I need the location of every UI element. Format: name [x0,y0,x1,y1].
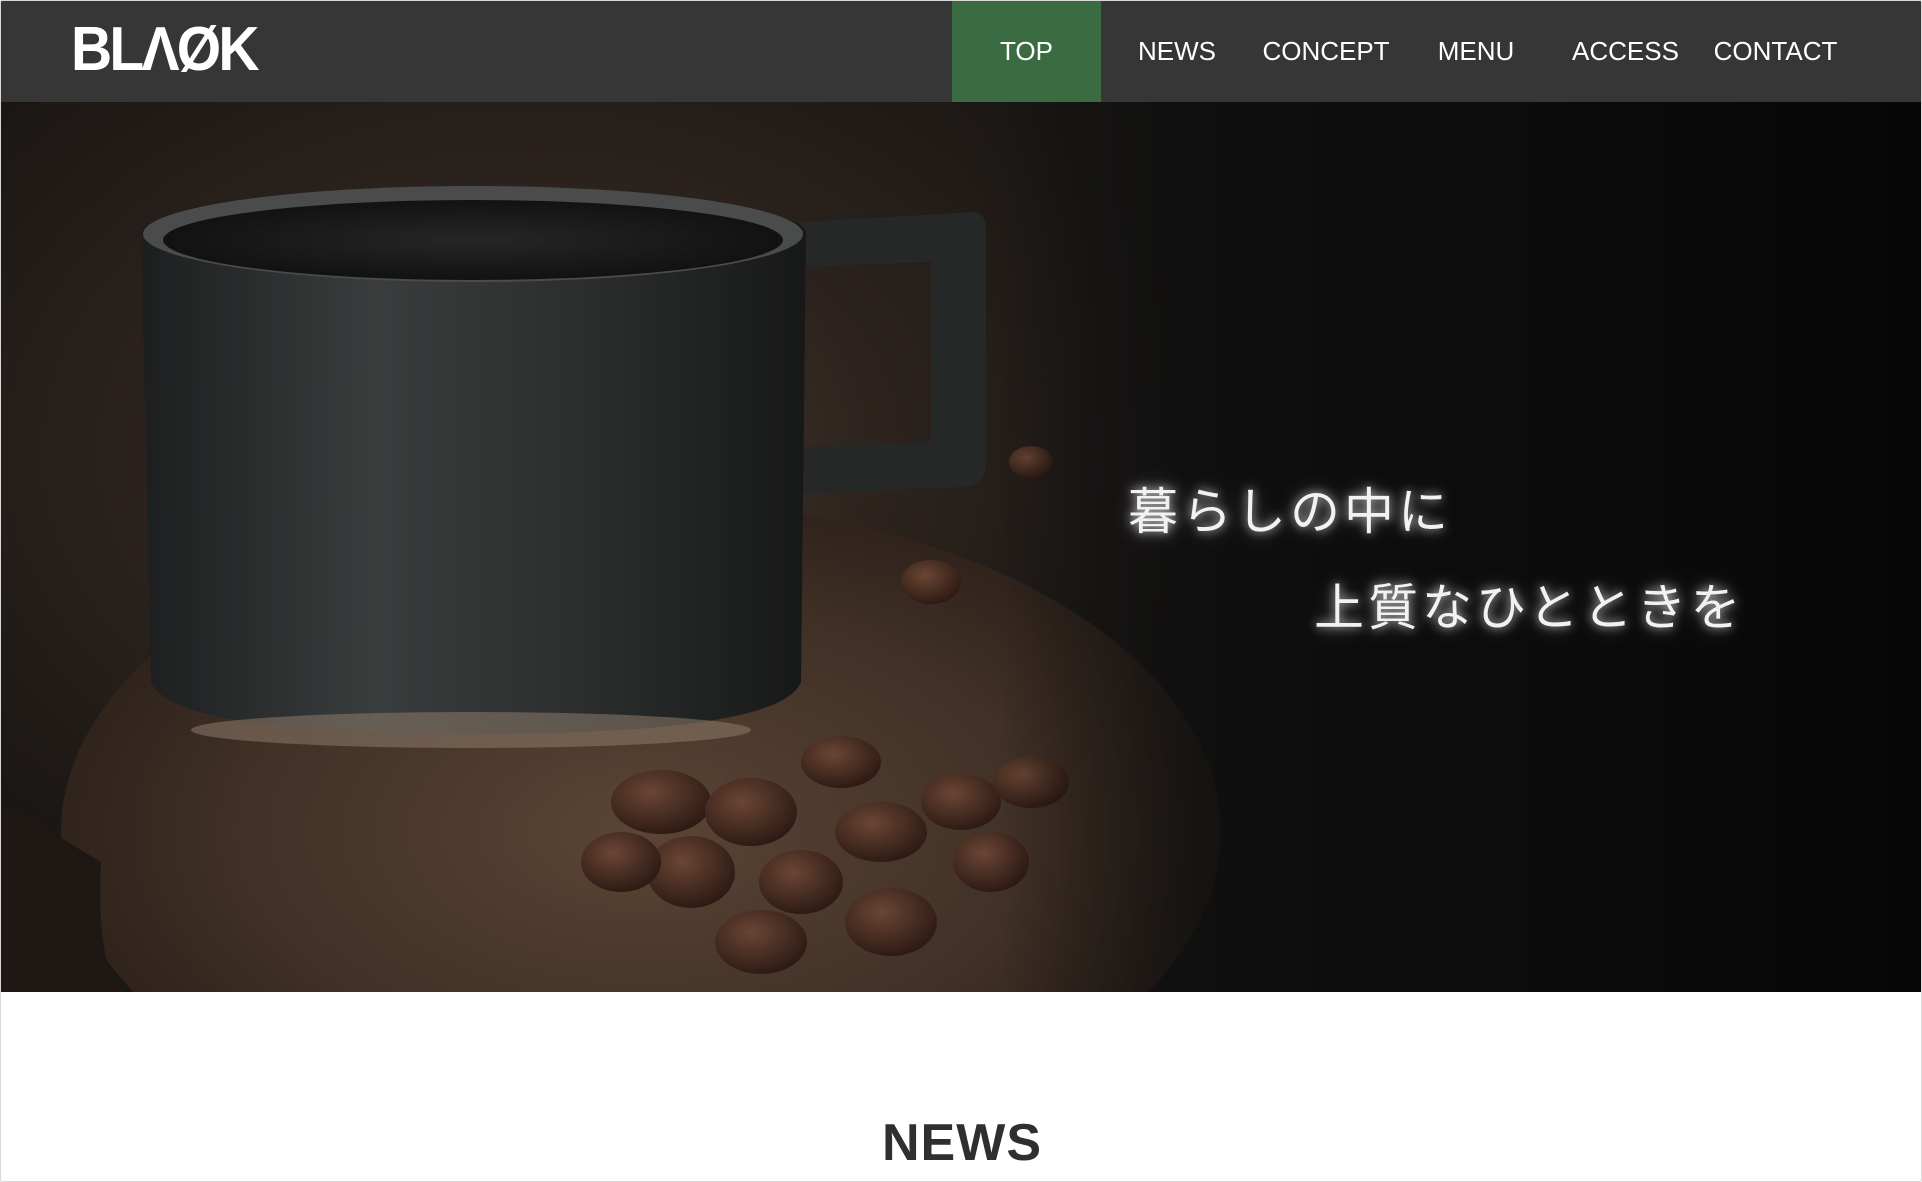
nav-item-top[interactable]: TOP [952,1,1101,102]
hero-tagline-line1: 暮らしの中に [1128,483,1452,541]
nav-item-concept[interactable]: CONCEPT [1253,1,1399,102]
nav-item-access[interactable]: ACCESS [1553,1,1698,102]
hero-banner: 暮らしの中に 上質なひとときを [1,102,1921,992]
nav-item-contact[interactable]: CONTACT [1698,1,1853,102]
nav-item-news[interactable]: NEWS [1101,1,1253,102]
logo-text: BLΛØK [71,15,260,84]
hero-tagline-line2: 上質なひとときを [1314,579,1745,637]
page: BLΛØK TOP NEWS CONCEPT MENU ACCESS CONTA… [0,0,1922,1182]
nav-item-menu[interactable]: MENU [1399,1,1553,102]
hero-overlay [1,102,1921,992]
site-logo[interactable]: BLΛØK [71,17,273,83]
main-nav: TOP NEWS CONCEPT MENU ACCESS CONTACT [952,1,1853,102]
site-header: BLΛØK TOP NEWS CONCEPT MENU ACCESS CONTA… [1,1,1921,102]
news-section-title: NEWS [882,1114,1042,1172]
